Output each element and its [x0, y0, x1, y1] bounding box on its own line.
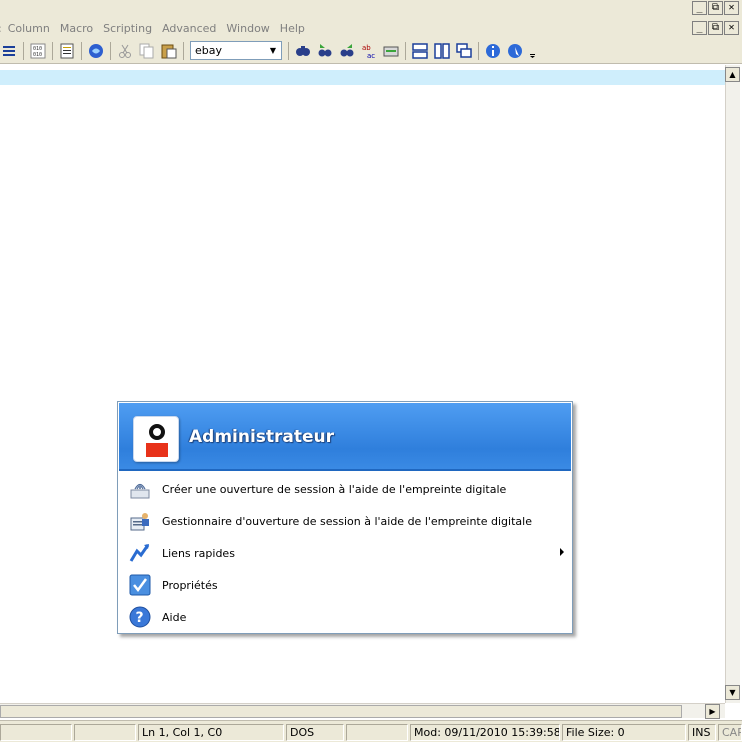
cut-icon[interactable]	[116, 42, 134, 60]
editor-window: _ ⧉ ✕ :Column Macro Scripting Advanced W…	[0, 0, 742, 742]
horizontal-scrollbar[interactable]: ▶	[0, 703, 725, 719]
insert-mode[interactable]: INS	[688, 724, 716, 741]
popup-header: Administrateur	[119, 403, 571, 471]
menu-scripting[interactable]: Scripting	[98, 22, 157, 35]
browser-icon[interactable]	[87, 42, 105, 60]
menu-item-help[interactable]: ? Aide	[120, 602, 570, 632]
menu-item-logon-manager[interactable]: Gestionnaire d'ouverture de session à l'…	[120, 506, 570, 536]
menu-macro[interactable]: Macro	[55, 22, 98, 35]
title-strip: _ ⧉ ✕	[0, 0, 742, 18]
horizontal-scroll-thumb[interactable]	[0, 705, 682, 718]
user-name: Administrateur	[189, 427, 335, 447]
svg-text:010: 010	[33, 52, 42, 58]
vertical-scrollbar[interactable]: ▲ ▼	[725, 65, 740, 703]
help-icon: ?	[128, 605, 152, 629]
encoding-status	[346, 724, 408, 741]
find-next-icon[interactable]	[316, 42, 334, 60]
menu-item-properties[interactable]: Propriétés	[120, 570, 570, 600]
menu-bar: :Column Macro Scripting Advanced Window …	[0, 18, 742, 38]
search-combo-value: ebay	[195, 44, 223, 57]
split-vertical-icon[interactable]	[433, 42, 451, 60]
avatar	[133, 416, 179, 462]
copy-icon[interactable]	[138, 42, 156, 60]
minimize-app-button[interactable]: _	[692, 1, 707, 15]
svg-text:ab: ab	[362, 44, 371, 52]
paste-icon[interactable]	[160, 42, 178, 60]
find-in-files-icon[interactable]	[382, 42, 400, 60]
cursor-position: Ln 1, Col 1, C0	[138, 724, 284, 741]
scroll-right-button[interactable]: ▶	[705, 704, 720, 719]
status-empty	[74, 724, 136, 741]
context-help-icon[interactable]	[506, 42, 524, 60]
toolbar-separator	[288, 41, 289, 60]
chevron-down-icon[interactable]: ▼	[267, 44, 279, 57]
modified-date: Mod: 09/11/2010 15:39:58	[410, 724, 560, 741]
svg-text:ac: ac	[367, 52, 375, 59]
current-line-highlight	[0, 70, 725, 85]
info-icon[interactable]	[484, 42, 502, 60]
user-manager-icon	[128, 509, 152, 533]
search-combo[interactable]: ebay ▼	[190, 41, 282, 60]
hex-icon[interactable]: 010 010	[29, 42, 47, 60]
app-window-controls: _ ⧉ ✕	[692, 1, 739, 15]
menu-window[interactable]: Window	[221, 22, 274, 35]
file-size: File Size: 0	[562, 724, 686, 741]
close-app-button[interactable]: ✕	[724, 1, 739, 15]
menu-item-quick-links[interactable]: Liens rapides	[120, 538, 570, 568]
scroll-down-button[interactable]: ▼	[725, 685, 740, 700]
user-body-icon	[146, 443, 168, 457]
menu-item-label: Gestionnaire d'ouverture de session à l'…	[162, 514, 532, 528]
menu-column[interactable]: :Column	[0, 22, 55, 35]
fingerprint-user-popup: Administrateur Créer une ouverture de se…	[117, 401, 573, 634]
menu-item-label: Liens rapides	[162, 546, 235, 560]
line-ending[interactable]: DOS	[286, 724, 344, 741]
cascade-icon[interactable]	[455, 42, 473, 60]
toolbar-separator	[23, 41, 24, 60]
minimize-doc-button[interactable]: _	[692, 21, 707, 35]
split-horizontal-icon[interactable]	[411, 42, 429, 60]
main-toolbar: 010 010 ebay ▼ ab ac	[0, 38, 742, 64]
restore-app-button[interactable]: ⧉	[708, 1, 723, 15]
menu-item-label: Propriétés	[162, 578, 218, 592]
status-message	[0, 724, 72, 741]
toolbar-separator	[110, 41, 111, 60]
caps-lock: CAP	[718, 724, 742, 741]
toolbar-separator	[183, 41, 184, 60]
scroll-up-button[interactable]: ▲	[725, 67, 740, 82]
document-icon[interactable]	[58, 42, 76, 60]
toolbar-separator	[478, 41, 479, 60]
close-doc-button[interactable]: ✕	[724, 21, 739, 35]
checkbox-properties-icon	[128, 573, 152, 597]
toolbar-separator	[81, 41, 82, 60]
wrap-icon[interactable]	[0, 42, 18, 60]
toolbar-overflow-icon[interactable]	[528, 42, 536, 60]
toolbar-separator	[405, 41, 406, 60]
restore-doc-button[interactable]: ⧉	[708, 21, 723, 35]
document-window-controls: _ ⧉ ✕	[692, 21, 739, 35]
menu-item-label: Créer une ouverture de session à l'aide …	[162, 482, 507, 496]
submenu-arrow-icon	[560, 548, 564, 556]
menu-advanced[interactable]: Advanced	[157, 22, 221, 35]
toolbar-separator	[52, 41, 53, 60]
quick-links-icon	[128, 541, 152, 565]
replace-icon[interactable]: ab ac	[360, 42, 378, 60]
menu-item-create-fingerprint-logon[interactable]: Créer une ouverture de session à l'aide …	[120, 474, 570, 504]
find-icon[interactable]	[294, 42, 312, 60]
menu-help[interactable]: Help	[275, 22, 310, 35]
menu-item-label: Aide	[162, 610, 187, 624]
fingerprint-icon	[128, 477, 152, 501]
svg-text:?: ?	[136, 610, 144, 626]
user-head-icon	[149, 424, 165, 440]
find-previous-icon[interactable]	[338, 42, 356, 60]
status-bar: Ln 1, Col 1, C0 DOS Mod: 09/11/2010 15:3…	[0, 720, 742, 742]
